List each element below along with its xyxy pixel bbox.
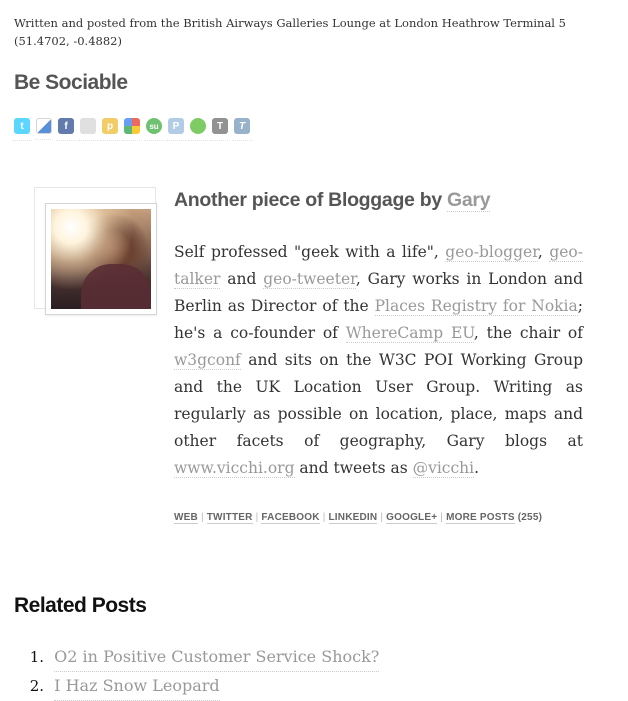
- more-posts-link[interactable]: MORE POSTS: [446, 512, 515, 524]
- bio-text: ,: [537, 243, 550, 261]
- avatar-photo: [51, 209, 151, 309]
- bio-text: and tweets as: [294, 459, 413, 477]
- link-separator: |: [200, 512, 204, 523]
- list-item: 2. I Haz Snow Leopard: [14, 672, 614, 701]
- bio-text: and: [220, 270, 264, 288]
- wherecamp-eu-link[interactable]: WhereCamp EU: [345, 324, 474, 343]
- link-separator: |: [322, 512, 326, 523]
- orkut-icon[interactable]: [188, 118, 208, 141]
- delicious-icon[interactable]: [35, 118, 53, 140]
- stumbleupon-icon[interactable]: su: [144, 118, 164, 141]
- author-links: WEB | TWITTER | FACEBOOK | LINKEDIN | GOOGLE+ | MO…: [174, 512, 543, 524]
- list-item: 1. O2 in Positive Customer Service Shock…: [14, 643, 614, 672]
- post-count: (255): [517, 512, 543, 523]
- google-icon[interactable]: [122, 118, 142, 141]
- facebook-icon[interactable]: f: [56, 118, 76, 141]
- link-separator: |: [380, 512, 384, 523]
- bio-text: , the chair of: [473, 324, 583, 342]
- related-post-link[interactable]: I Haz Snow Leopard: [54, 672, 220, 701]
- list-item-number: 2.: [29, 677, 44, 695]
- author-bio: Self professed "geek with a life", geo-b…: [174, 239, 583, 482]
- googleplus-link[interactable]: GOOGLE+: [386, 512, 438, 524]
- related-post-link[interactable]: O2 in Positive Customer Service Shock?: [54, 643, 380, 672]
- facebook-link[interactable]: FACEBOOK: [261, 512, 320, 524]
- post-location-note: Written and posted from the British Airw…: [14, 16, 566, 48]
- web-link[interactable]: WEB: [174, 512, 198, 524]
- author-avatar: [45, 203, 157, 315]
- linkedin-link[interactable]: LINKEDIN: [328, 512, 378, 524]
- w3gconf-link[interactable]: w3gconf: [174, 351, 241, 370]
- places-registry-link[interactable]: Places Registry for Nokia: [374, 297, 578, 316]
- tumblr-icon[interactable]: T: [232, 118, 252, 141]
- vicchi-site-link[interactable]: www.vicchi.org: [174, 459, 295, 478]
- related-posts-list: 1. O2 in Positive Customer Service Shock…: [14, 643, 614, 701]
- geo-tweeter-link[interactable]: geo-tweeter: [263, 270, 356, 289]
- be-sociable-heading: Be Sociable: [14, 71, 128, 94]
- myspace-icon[interactable]: [78, 118, 98, 141]
- list-item-number: 1.: [29, 648, 44, 666]
- related-posts-heading: Related Posts: [14, 594, 147, 617]
- geo-blogger-link[interactable]: geo-blogger: [445, 243, 538, 262]
- social-share-bar: t f p su P T T: [12, 118, 252, 141]
- author-box-heading-prefix: Another piece of Bloggage by: [174, 189, 447, 211]
- bio-text: Self professed "geek with a life",: [174, 243, 446, 261]
- author-box-heading: Another piece of Bloggage by Gary: [174, 189, 491, 212]
- twitter-link[interactable]: TWITTER: [206, 512, 253, 524]
- ping-icon[interactable]: p: [100, 118, 120, 141]
- author-name-link[interactable]: Gary: [447, 189, 491, 212]
- posterous-icon[interactable]: P: [166, 118, 186, 141]
- link-separator: |: [255, 512, 259, 523]
- twitter-icon[interactable]: t: [12, 118, 32, 141]
- link-separator: |: [440, 512, 444, 523]
- bio-text: .: [474, 459, 480, 477]
- vicchi-twitter-link[interactable]: @vicchi: [412, 459, 475, 478]
- technorati-icon[interactable]: T: [210, 118, 230, 141]
